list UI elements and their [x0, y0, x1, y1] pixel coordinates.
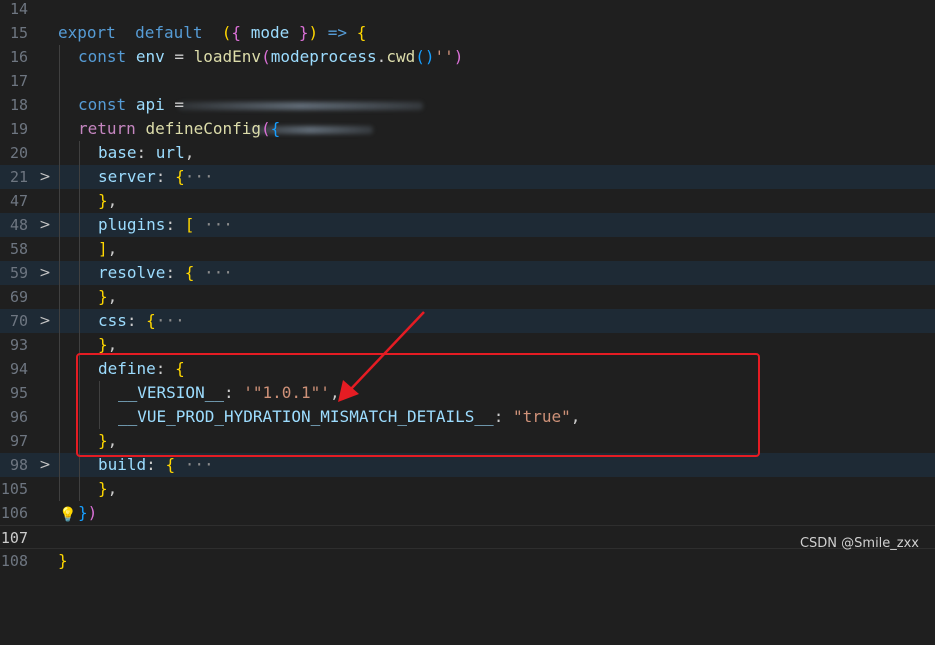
- watermark: CSDN @Smile_zxx: [799, 536, 919, 551]
- red-arrow-icon: [338, 311, 425, 402]
